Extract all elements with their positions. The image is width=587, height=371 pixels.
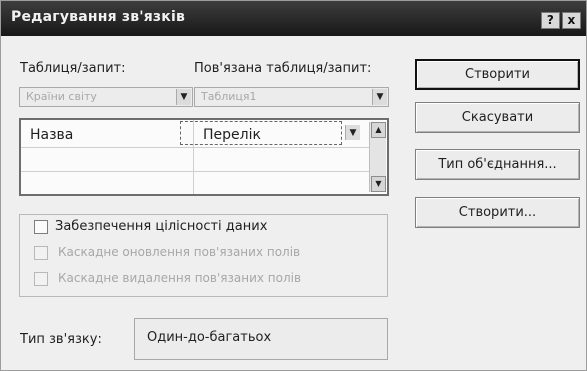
related-table-query-combo[interactable]: Таблиця1 ▼ [194,87,389,107]
enforce-integrity-checkbox[interactable] [34,220,48,234]
related-table-query-value: Таблиця1 [201,90,257,103]
help-button[interactable]: ? [541,12,560,29]
cascade-update-checkbox[interactable] [34,246,48,260]
edit-relationships-dialog: Редагування зв'язків ? x Таблиця/запит: … [0,0,587,371]
create-new-button[interactable]: Створити... [415,197,580,228]
dialog-title: Редагування зв'язків [11,9,186,25]
chevron-down-icon[interactable]: ▼ [372,89,387,105]
grid-row-divider [21,147,371,148]
table-field-cell[interactable]: Назва [30,127,73,143]
dialog-titlebar: Редагування зв'язків ? x [1,1,586,36]
chevron-down-icon[interactable]: ▼ [176,89,191,105]
chevron-down-icon[interactable]: ▼ [345,125,360,140]
table-query-label: Таблиця/запит: [20,61,126,76]
grid-row-divider [21,171,371,172]
create-button[interactable]: Створити [415,59,580,90]
relationship-type-value: Один-до-багатьох [147,330,272,345]
cancel-button[interactable]: Скасувати [415,102,580,133]
table-query-value: Країни світу [26,90,97,103]
cascade-delete-label[interactable]: Каскадне видалення пов'язаних полів [58,271,301,285]
related-table-query-label: Пов'язана таблиця/запит: [194,61,372,76]
focus-rectangle [180,121,342,145]
scroll-up-icon[interactable]: ▲ [371,122,386,138]
scroll-down-icon[interactable]: ▼ [371,176,386,192]
enforce-integrity-label[interactable]: Забезпечення цілісності даних [55,219,267,234]
cascade-delete-checkbox[interactable] [34,272,48,286]
grid-vertical-scrollbar[interactable]: ▲ ▼ [369,122,386,192]
cascade-update-label[interactable]: Каскадне оновлення пов'язаних полів [58,245,300,259]
relationship-type-box: Один-до-багатьох [134,318,388,360]
table-query-combo[interactable]: Країни світу ▼ [19,87,193,107]
join-type-button[interactable]: Тип об'єднання... [415,149,580,180]
relationship-type-label: Тип зв'язку: [20,332,102,347]
close-button[interactable]: x [562,12,581,29]
